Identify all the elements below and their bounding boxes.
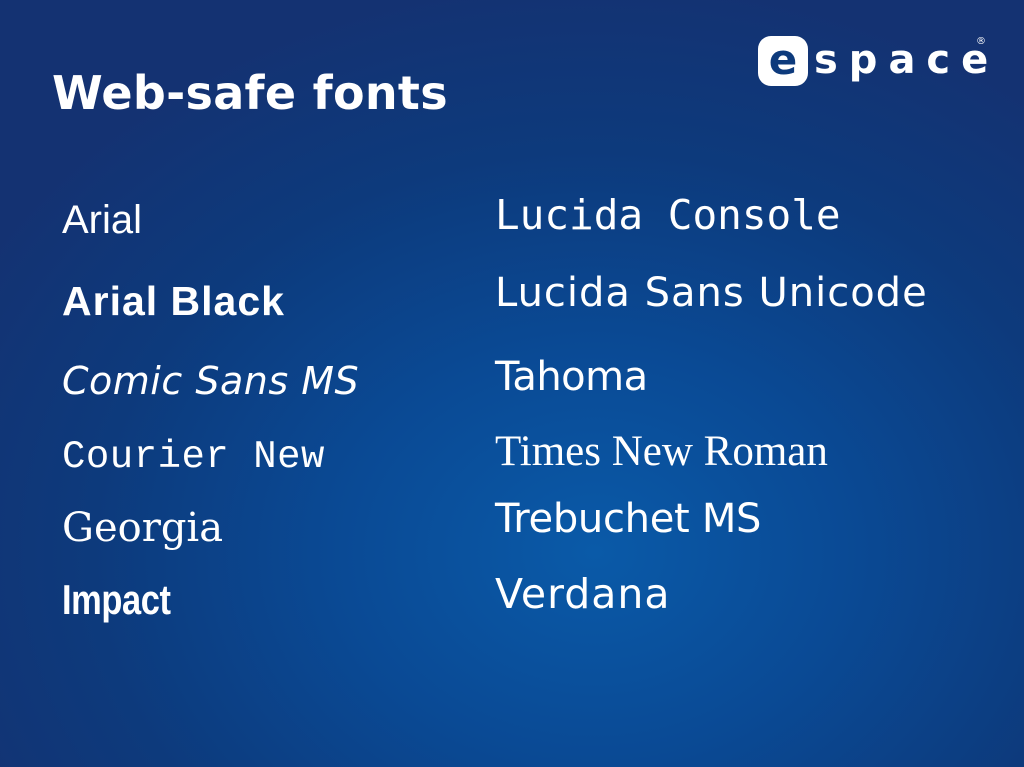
logo-e-badge: e	[758, 36, 808, 86]
font-sample-tahoma: Tahoma	[495, 354, 648, 400]
font-sample-lucida-sans-unicode: Lucida Sans Unicode	[495, 270, 928, 316]
font-sample-trebuchet-ms: Trebuchet MS	[495, 496, 762, 542]
font-sample-lucida-console: Lucida Console	[495, 191, 841, 239]
font-sample-verdana: Verdana	[495, 570, 671, 618]
font-sample-times-new-roman: Times New Roman	[495, 428, 828, 475]
logo-wordmark: space	[814, 37, 1000, 83]
font-sample-arial: Arial	[62, 198, 143, 242]
font-sample-comic-sans-ms: Comic Sans MS	[62, 359, 360, 403]
font-sample-georgia: Georgia	[62, 505, 224, 551]
font-sample-arial-black: Arial Black	[62, 278, 285, 324]
font-sample-courier-new: Courier New	[62, 435, 325, 479]
espace-logo: e space ®	[758, 36, 990, 86]
registered-mark: ®	[976, 36, 986, 47]
font-sample-impact: Impact	[62, 576, 171, 623]
slide: Web-safe fonts e space ® Arial Arial Bla…	[0, 0, 1024, 767]
slide-title: Web-safe fonts	[52, 66, 448, 120]
